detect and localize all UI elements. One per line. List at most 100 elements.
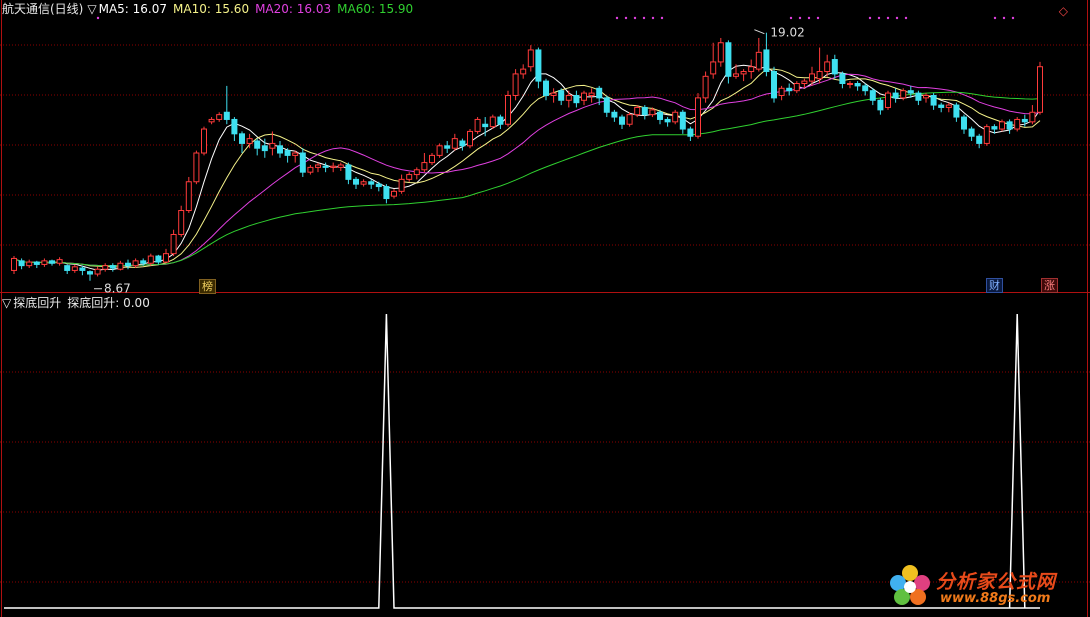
candle-48 (375, 181, 382, 192)
candle-45 (353, 176, 359, 189)
candle-67 (520, 64, 527, 79)
candle-20 (163, 248, 169, 264)
candle-23 (185, 176, 192, 213)
stock-name[interactable]: 航天通信(日线) (2, 2, 83, 16)
candle-63 (489, 114, 496, 130)
event-dot-3-888 (886, 16, 890, 20)
candle-body-76 (588, 92, 595, 96)
candle-92 (710, 42, 717, 79)
candle-81 (626, 112, 633, 127)
candle-54 (421, 153, 428, 173)
logo-url: www.88gs.com (940, 591, 1051, 606)
candle-body-68 (527, 49, 534, 68)
candle-body-67 (520, 68, 527, 75)
candle-body-28 (223, 111, 230, 120)
cai-badge[interactable]: 财 (986, 278, 1003, 293)
candle-74 (573, 90, 580, 108)
candle-body-99 (763, 49, 770, 73)
zhang-badge[interactable]: 涨 (1041, 278, 1058, 293)
bang-badge[interactable]: 榜 (199, 279, 216, 294)
candle-10 (87, 270, 93, 281)
candle-52 (406, 172, 413, 182)
candle-body-56 (436, 145, 443, 156)
candle-body-110 (847, 83, 853, 85)
candle-124 (953, 102, 960, 122)
event-dot-3-906 (904, 16, 908, 20)
toggle-icon[interactable]: ▽ (87, 2, 96, 16)
candle-100 (771, 66, 777, 103)
candle-99 (763, 32, 770, 77)
candle-body-40 (315, 164, 321, 168)
candle-body-50 (391, 190, 397, 197)
candle-134 (1029, 105, 1036, 125)
candle-8 (71, 264, 78, 273)
candle-body-79 (611, 111, 618, 118)
candle-44 (345, 162, 352, 185)
candle-body-7 (64, 265, 71, 271)
candle-body-1 (18, 260, 25, 267)
candle-body-133 (1021, 118, 1028, 123)
candle-body-83 (641, 106, 648, 116)
candle-body-112 (862, 85, 869, 92)
candle-64 (497, 114, 504, 130)
candle-47 (368, 179, 375, 189)
indicator-toggle-icon[interactable]: ▽ (2, 296, 11, 310)
candle-38 (299, 148, 306, 177)
candle-93 (717, 37, 724, 67)
candle-18 (147, 253, 154, 266)
candle-49 (383, 184, 390, 204)
event-dot-0-98 (96, 16, 100, 20)
candle-body-58 (451, 138, 458, 149)
low-price-label: 8.67 (104, 282, 131, 296)
event-dot-1-653 (651, 16, 655, 20)
candle-66 (512, 69, 519, 101)
flower-logo-icon (890, 565, 930, 605)
candle-body-33 (261, 145, 268, 152)
candle-111 (854, 81, 861, 91)
indicator-name[interactable]: 探底回升 (13, 296, 61, 310)
candle-70 (543, 78, 549, 101)
candle-71 (550, 88, 557, 103)
event-dot-1-662 (660, 16, 664, 20)
candle-body-20 (163, 253, 169, 263)
candle-11 (94, 266, 101, 277)
candle-25 (201, 126, 207, 156)
candle-96 (740, 69, 747, 82)
candle-body-105 (809, 73, 815, 82)
candle-body-2 (26, 261, 33, 267)
candle-42 (330, 162, 337, 173)
candle-body-82 (634, 106, 641, 116)
candle-103 (793, 81, 800, 94)
candle-73 (565, 90, 572, 108)
candle-body-80 (619, 116, 625, 125)
candle-body-91 (702, 75, 709, 99)
candle-body-89 (687, 128, 694, 137)
candle-body-125 (961, 116, 967, 130)
candle-27 (216, 112, 223, 122)
candlestick-series[interactable] (11, 32, 1043, 281)
candle-body-134 (1029, 111, 1036, 123)
candle-22 (178, 205, 185, 237)
candle-body-87 (672, 111, 679, 123)
candle-116 (892, 88, 899, 103)
event-dot-4-995 (993, 16, 997, 20)
candle-body-104 (801, 80, 808, 84)
candle-body-17 (140, 260, 147, 264)
candle-102 (786, 83, 793, 96)
candle-119 (915, 90, 922, 106)
candle-body-106 (816, 71, 823, 80)
candle-body-77 (596, 87, 603, 99)
candle-29 (231, 117, 238, 142)
candle-body-74 (573, 94, 580, 104)
candle-body-55 (429, 154, 435, 164)
ma20-value: MA20: 16.03 (255, 2, 332, 16)
candle-body-61 (474, 118, 481, 132)
candle-body-93 (717, 42, 724, 63)
diamond-icon[interactable]: ◇ (1059, 4, 1068, 18)
candle-body-22 (178, 210, 185, 235)
candle-12 (102, 263, 109, 272)
candle-body-48 (375, 183, 382, 188)
chart-canvas[interactable]: 19.02 8.67 (0, 0, 1090, 617)
candle-115 (885, 90, 891, 110)
event-dot-2-809 (807, 16, 811, 20)
